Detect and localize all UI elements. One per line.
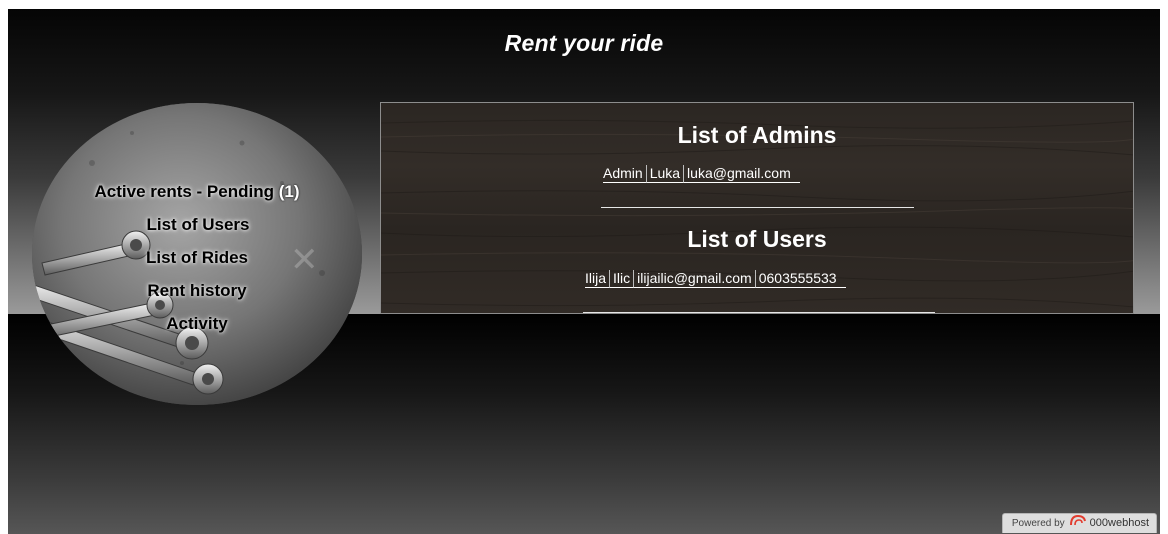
nav-link-active-rents[interactable]: Active rents - Pending (1): [95, 182, 300, 201]
powered-by-label: Powered by: [1011, 518, 1065, 530]
site-title: Rent your ride: [504, 30, 664, 56]
admin-name: Luka: [645, 165, 684, 183]
nav-item-list-of-rides: List of Rides: [32, 241, 362, 274]
nav-link-list-of-users[interactable]: List of Users: [147, 215, 250, 234]
000webhost-logo-icon: [1069, 514, 1087, 533]
pending-count-badge: (1): [278, 182, 300, 201]
admins-title: List of Admins: [677, 122, 837, 148]
content-panel: List of Admins Admin Luka luka@gmail.com L…: [380, 102, 1134, 314]
admin-row[interactable]: Admin Luka luka@gmail.com: [603, 165, 800, 183]
user-email: ilijailic@gmail.com: [633, 270, 755, 288]
user-row[interactable]: Ilija Ilic ilijailic@gmail.com 0603555533: [585, 270, 846, 288]
nav-link-list-of-rides[interactable]: List of Rides: [146, 248, 248, 267]
nav-item-list-of-users: List of Users: [32, 208, 362, 241]
users-title: List of Users: [687, 226, 827, 252]
nav-link-rent-history[interactable]: Rent history: [147, 281, 246, 300]
user-phone: 0603555533: [754, 270, 846, 288]
admin-role: Admin: [603, 165, 646, 183]
nav-item-rent-history: Rent history: [32, 274, 362, 307]
page: Rent your ride ✕ Active rents - Pending …: [8, 9, 1160, 534]
user-last-name: Ilic: [609, 270, 634, 288]
nav-link-activity[interactable]: Activity: [166, 314, 227, 333]
section-divider: [601, 207, 914, 208]
nav-item-activity: Activity: [32, 307, 362, 340]
user-first-name: Ilija: [585, 270, 610, 288]
nav-link-active-rents-label: Active rents - Pending: [94, 182, 274, 201]
powered-by-brand: 000webhost: [1089, 517, 1149, 530]
nav-menu-disc: ✕ Active rents - Pending (1) List of Use…: [32, 103, 362, 405]
section-divider: [583, 312, 935, 313]
nav-menu: Active rents - Pending (1) List of Users…: [32, 175, 362, 340]
powered-by-badge[interactable]: Powered by 000webhost: [1001, 513, 1157, 533]
admin-email: luka@gmail.com: [683, 165, 800, 183]
nav-item-active-rents: Active rents - Pending (1): [32, 175, 362, 208]
